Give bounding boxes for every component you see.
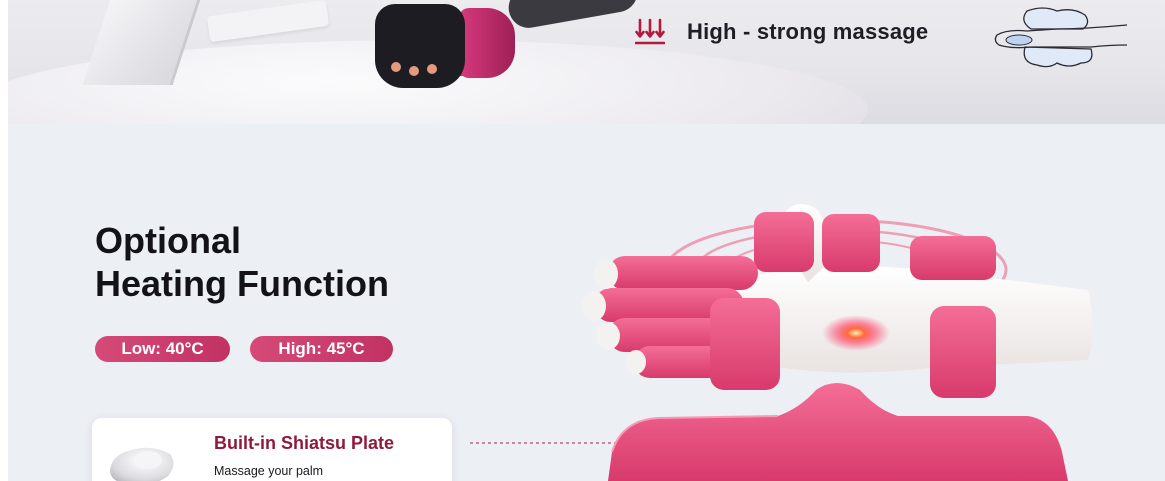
high-temperature-badge: High: 45°C	[250, 336, 393, 362]
massage-mode-row: High - strong massage	[635, 18, 928, 46]
massage-mode-label: High - strong massage	[687, 19, 929, 44]
feature-title: Built-in Shiatsu Plate	[214, 433, 395, 453]
keyboard-image	[206, 0, 330, 43]
shiatsu-plate-feature-card: Built-in Shiatsu Plate Massage your palm	[92, 418, 452, 481]
low-temperature-badge: Low: 40°C	[95, 336, 230, 362]
hand-pressure-icon	[994, 7, 1127, 68]
strong-pressure-icon	[635, 18, 665, 45]
title-line-2: Heating Function	[95, 263, 389, 304]
title-line-1: Optional	[95, 220, 241, 261]
massage-mode-banner: High - strong massage	[8, 0, 1165, 124]
product-page: High - strong massage Optional Heating F…	[8, 0, 1165, 481]
shiatsu-plate-image	[110, 447, 174, 481]
heating-section-title: Optional Heating Function	[95, 219, 389, 305]
feature-subtitle: Massage your palm	[214, 464, 324, 478]
heated-hand-massager-illustration	[582, 204, 1093, 481]
user-arm-image	[505, 0, 641, 31]
hand-massager-product-image	[375, 4, 515, 88]
